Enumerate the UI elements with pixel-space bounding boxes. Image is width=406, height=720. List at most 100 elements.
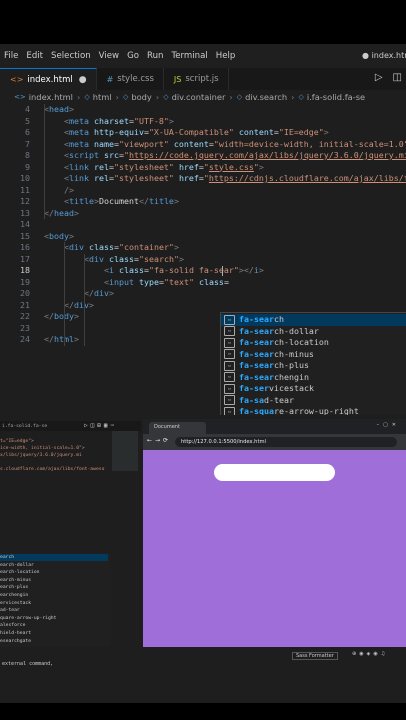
small-suggestion-item[interactable]: earch-minus bbox=[0, 577, 108, 584]
code-line[interactable]: 21 </div> bbox=[0, 300, 406, 312]
formatter-select[interactable]: Sass Formatter bbox=[292, 652, 338, 660]
menu-file[interactable]: File bbox=[0, 51, 22, 61]
code-token: title bbox=[69, 196, 94, 206]
code-token: > bbox=[68, 230, 74, 241]
code-token: > bbox=[173, 242, 179, 252]
line-number: 20 bbox=[20, 288, 30, 298]
small-suggestion-item[interactable]: earch-plus bbox=[0, 584, 108, 591]
code-line[interactable]: 14 bbox=[0, 219, 406, 231]
code-line[interactable]: 18 <i class="fa-solid fa-sear"></i> bbox=[0, 265, 406, 277]
line-number: 9 bbox=[25, 161, 30, 172]
tag-icon: ◇ bbox=[122, 93, 129, 101]
code-line[interactable]: 20 </div> bbox=[0, 288, 406, 300]
small-suggestion-item[interactable]: quare-arrow-up-right bbox=[0, 615, 108, 622]
autocomplete-item[interactable]: ▭ fa-servicestack bbox=[221, 383, 406, 395]
menu-edit[interactable]: Edit bbox=[22, 51, 47, 61]
tab-label: style.css bbox=[117, 74, 154, 84]
address-bar[interactable]: http://127.0.0.1:5500/index.html bbox=[175, 437, 397, 447]
small-suggestion-item[interactable]: ervicestack bbox=[0, 600, 108, 607]
code-text: <div class="search"> bbox=[84, 254, 184, 266]
menu-go[interactable]: Go bbox=[123, 51, 143, 61]
search-box[interactable] bbox=[214, 464, 335, 481]
code-token: title bbox=[148, 196, 174, 206]
small-suggestion-item[interactable]: esearchgate bbox=[0, 638, 108, 645]
autocomplete-item[interactable]: ▭ fa-search-location bbox=[221, 337, 406, 349]
autocomplete-item[interactable]: ▭ fa-search bbox=[221, 314, 406, 326]
menu-selection[interactable]: Selection bbox=[47, 51, 95, 61]
code-token: rel bbox=[93, 161, 109, 172]
breadcrumb-item[interactable]: body bbox=[131, 92, 152, 102]
breadcrumb-item[interactable]: div.search bbox=[245, 92, 287, 102]
code-line[interactable]: 19 <input type="text" class= bbox=[0, 277, 406, 289]
menu-terminal[interactable]: Terminal bbox=[167, 51, 211, 61]
code-line[interactable]: 7 <meta name="viewport" content="width=de… bbox=[0, 139, 406, 151]
code-line[interactable]: 4 <head> bbox=[0, 104, 406, 116]
menu-help[interactable]: Help bbox=[212, 51, 240, 61]
vscode-editor-window: File Edit Selection View Go Run Terminal… bbox=[0, 44, 406, 415]
rest-text: re-arrow-up-right bbox=[273, 406, 359, 415]
bottom-black-bar bbox=[0, 703, 406, 720]
code-token: link bbox=[69, 173, 89, 183]
code-token: href bbox=[178, 161, 199, 172]
code-token: > bbox=[168, 115, 174, 126]
breadcrumb-item[interactable]: html bbox=[93, 92, 112, 102]
editor-tabs: <> index.html ● # style.css JS script.js… bbox=[0, 68, 406, 90]
small-suggestion-item[interactable]: earch-location bbox=[0, 569, 108, 576]
code-line[interactable]: 12 <title>Document</title> bbox=[0, 196, 406, 208]
breadcrumb-item[interactable]: div.container bbox=[172, 92, 226, 102]
small-suggestion-item[interactable]: earch-dollar bbox=[0, 562, 108, 569]
modified-dot[interactable]: ● bbox=[79, 75, 87, 85]
small-suggestion-item[interactable]: alesforce bbox=[0, 622, 108, 629]
value-icon: ▭ bbox=[224, 406, 235, 415]
code-text: </div> bbox=[64, 300, 94, 312]
code-text: </body> bbox=[44, 311, 79, 323]
autocomplete-item[interactable]: ▭ fa-search-minus bbox=[221, 349, 406, 361]
breadcrumb-item[interactable]: i.fa-solid.fa-se bbox=[307, 92, 365, 102]
code-token: /> bbox=[64, 184, 74, 195]
breadcrumb-item[interactable]: index.html bbox=[29, 92, 73, 102]
autocomplete-item[interactable]: ▭ fa-square-arrow-up-right bbox=[221, 406, 406, 415]
split-editor-icon[interactable]: ◫ bbox=[393, 72, 402, 83]
code-text: <script src="https://code.jquery.com/aja… bbox=[64, 150, 406, 162]
code-line[interactable]: 5 <meta charset="UTF-8"> bbox=[0, 116, 406, 128]
code-token: "UTF-8" bbox=[133, 115, 169, 126]
autocomplete-item[interactable]: ▭ fa-search-plus bbox=[221, 360, 406, 372]
tab-script-js[interactable]: JS script.js bbox=[164, 68, 229, 90]
tab-style-css[interactable]: # style.css bbox=[97, 68, 164, 90]
rest-text: d-tear bbox=[263, 394, 294, 405]
tag-icon: ◇ bbox=[84, 93, 90, 101]
nav-arrows-icon[interactable]: ←→⟳ bbox=[147, 437, 171, 444]
code-line[interactable]: 16 <div class="container"> bbox=[0, 242, 406, 254]
autocomplete-item[interactable]: ▭ fa-search-dollar bbox=[221, 326, 406, 338]
small-suggestion-item[interactable]: earchengin bbox=[0, 592, 108, 599]
code-token: https://code.jquery.com/ajax/libs/jquery… bbox=[128, 150, 406, 160]
code-token: > bbox=[73, 207, 79, 218]
code-line[interactable]: 11 /> bbox=[0, 185, 406, 197]
code-token: > bbox=[178, 253, 184, 264]
tab-index-html[interactable]: <> index.html ● bbox=[0, 68, 97, 90]
menu-run[interactable]: Run bbox=[143, 51, 167, 61]
small-code-line: s.cloudflare.com/ajax/libs/font-aweso bbox=[0, 467, 105, 472]
code-line[interactable]: 10 <link rel="stylesheet" href="https://c… bbox=[0, 173, 406, 185]
autocomplete-item[interactable]: ▭ fa-sad-tear bbox=[221, 395, 406, 407]
small-suggestion-item[interactable]: hield-heart bbox=[0, 630, 108, 637]
code-line[interactable]: 9 <link rel="stylesheet" href="style.css"… bbox=[0, 162, 406, 174]
value-icon: ▭ bbox=[224, 360, 235, 371]
menu-view[interactable]: View bbox=[95, 51, 123, 61]
autocomplete-item[interactable]: ▭ fa-searchengin bbox=[221, 372, 406, 384]
small-code-line: ice-width, initial-scale=1.0"> bbox=[0, 446, 85, 451]
code-line[interactable]: 13 </head> bbox=[0, 208, 406, 220]
code-line[interactable]: 8 <script src="https://code.jquery.com/aj… bbox=[0, 150, 406, 162]
small-suggestion-item[interactable]: earch bbox=[0, 554, 108, 561]
window-controls[interactable]: –▢✕ bbox=[377, 422, 400, 428]
code-line[interactable]: 15 <body> bbox=[0, 231, 406, 243]
code-line[interactable]: 6 <meta http-equiv="X-UA-Compatible" cont… bbox=[0, 127, 406, 139]
code-line[interactable]: 17 <div class="search"> bbox=[0, 254, 406, 266]
line-number: 7 bbox=[25, 138, 30, 149]
browser-tab[interactable]: Document bbox=[149, 422, 206, 434]
tab-label: script.js bbox=[185, 74, 219, 84]
small-suggestion-item[interactable]: ad-tear bbox=[0, 607, 108, 614]
code-token: name bbox=[93, 138, 114, 149]
run-icon[interactable]: ▷ bbox=[375, 72, 383, 83]
status-icons[interactable]: ⊕◉◈◉♫ bbox=[352, 651, 388, 657]
